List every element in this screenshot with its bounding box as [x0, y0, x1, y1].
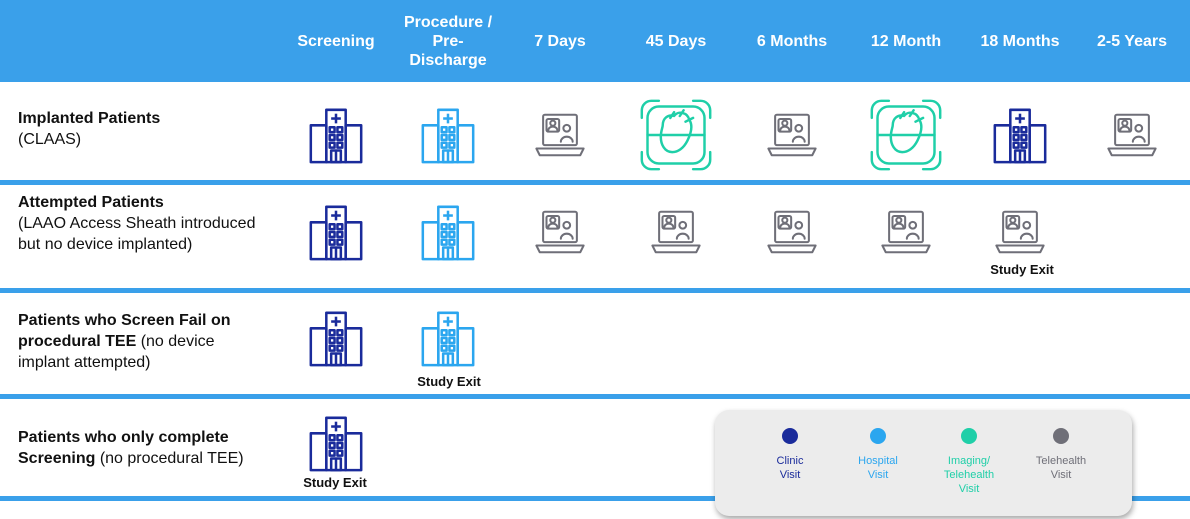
legend-dot-clinic [782, 428, 798, 444]
legend-imaging: Imaging/ Telehealth Visit [919, 428, 1019, 496]
schedule-header: Screening Procedure / Pre- Discharge 7 D… [0, 0, 1190, 82]
hospital-building-icon [417, 104, 479, 166]
col-head-45-days: 45 Days [645, 32, 707, 50]
row-divider [0, 394, 1190, 399]
col-head-18-months: 18 Months [980, 32, 1060, 50]
hospital-building-icon [305, 201, 367, 263]
row-label-implanted: Implanted Patients (CLAAS) [18, 108, 288, 150]
col-head-6-months: 6 Months [756, 32, 828, 50]
hospital-building-icon [989, 104, 1051, 166]
row-detail: (no procedural TEE) [99, 450, 244, 467]
row-label-attempted: Attempted Patients (LAAO Access Sheath i… [18, 192, 268, 255]
telehealth-laptop-icon [765, 108, 819, 162]
telehealth-laptop-icon [765, 205, 819, 259]
legend-telehealth: Telehealth Visit [1011, 428, 1111, 482]
telehealth-laptop-icon [879, 205, 933, 259]
col-head-2-5-years: 2-5 Years [1097, 32, 1167, 50]
legend-dot-telehealth [1053, 428, 1069, 444]
legend-label-imaging: Imaging/ Telehealth Visit [943, 455, 995, 495]
telehealth-laptop-icon [1105, 108, 1159, 162]
row-label-screen-fail: Patients who Screen Fail on procedural T… [18, 310, 268, 373]
hospital-building-icon [305, 412, 367, 474]
visit-type-legend: Clinic Visit Hospital Visit Imaging/ Tel… [715, 410, 1132, 516]
row-title: Attempted Patients [18, 194, 164, 211]
col-head-screening: Screening [297, 32, 375, 50]
row-divider [0, 288, 1190, 293]
row-label-screening-only: Patients who only complete Screening (no… [18, 427, 288, 469]
col-head-12-month: 12 Month [870, 32, 942, 50]
legend-label-hospital: Hospital Visit [858, 455, 898, 481]
legend-hospital: Hospital Visit [828, 428, 928, 482]
heart-imaging-icon [638, 97, 714, 173]
hospital-building-icon [417, 307, 479, 369]
telehealth-laptop-icon [533, 205, 587, 259]
legend-label-clinic: Clinic Visit [776, 455, 804, 481]
telehealth-laptop-icon [993, 205, 1047, 259]
row-title: Implanted Patients [18, 110, 161, 127]
telehealth-laptop-icon [649, 205, 703, 259]
heart-imaging-icon [868, 97, 944, 173]
legend-dot-imaging [961, 428, 977, 444]
row-detail: (LAAO Access Sheath introduced but no de… [18, 215, 256, 253]
col-head-7-days: 7 Days [534, 32, 586, 50]
legend-dot-hospital [870, 428, 886, 444]
legend-label-telehealth: Telehealth Visit [1035, 455, 1087, 481]
legend-clinic: Clinic Visit [740, 428, 840, 482]
row-detail: (CLAAS) [18, 131, 82, 148]
telehealth-laptop-icon [533, 108, 587, 162]
study-exit-label: Study Exit [990, 262, 1054, 277]
study-exit-label: Study Exit [417, 374, 481, 389]
hospital-building-icon [305, 307, 367, 369]
col-head-procedure: Procedure / Pre- Discharge [403, 13, 493, 69]
hospital-building-icon [305, 104, 367, 166]
hospital-building-icon [417, 201, 479, 263]
row-divider [0, 180, 1190, 185]
study-exit-label: Study Exit [303, 475, 367, 490]
